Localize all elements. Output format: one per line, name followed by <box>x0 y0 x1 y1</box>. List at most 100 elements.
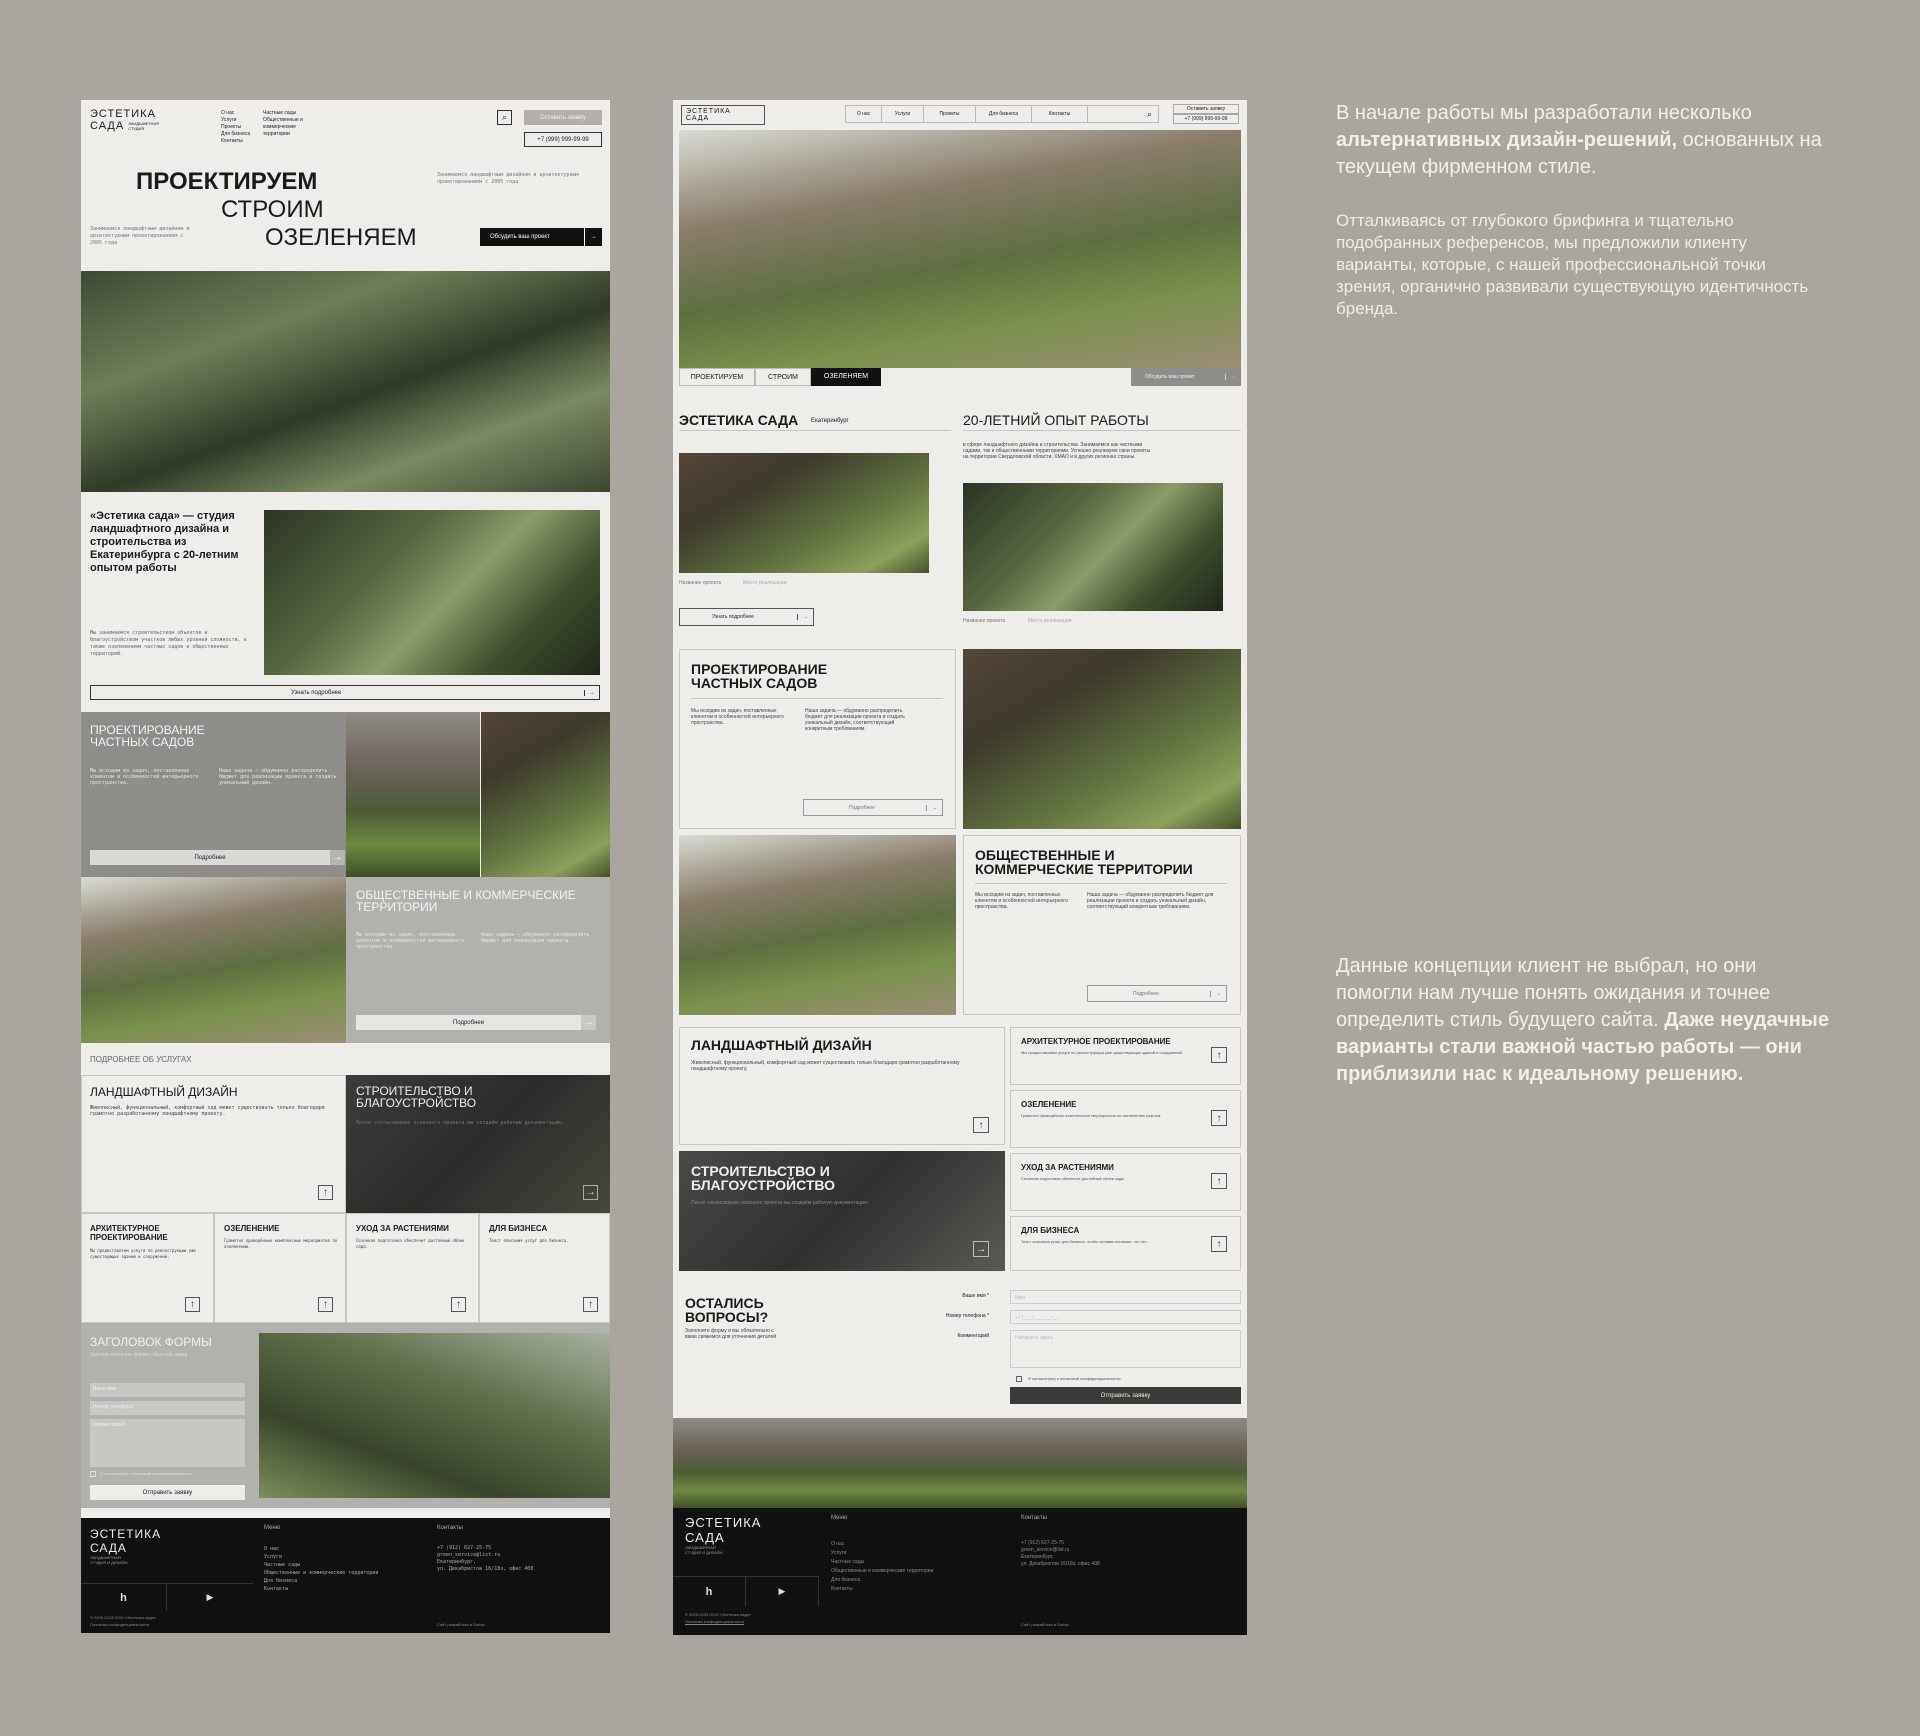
mid-service-3[interactable] <box>1010 1153 1241 1211</box>
mid-comment-input[interactable]: Напишите здесь <box>1010 1330 1241 1368</box>
nav-item[interactable]: Проекты <box>221 124 250 131</box>
form-submit-button[interactable]: Отправить заявку <box>90 1485 245 1500</box>
nav-item[interactable]: Контакты <box>1032 105 1088 123</box>
youtube-icon[interactable]: ▶ <box>167 1583 253 1611</box>
footer-menu-item[interactable]: Частные сады <box>831 1558 951 1567</box>
nav-item[interactable]: Проекты <box>924 105 976 123</box>
left-logo[interactable]: ЭСТЕТИКА САДА ЛАНДШАФТНАЯ СТУДИЯ <box>90 108 168 132</box>
search-icon[interactable]: ⌕ <box>1088 109 1158 120</box>
footer-policy[interactable]: Политика конфиденциальности <box>90 1622 149 1627</box>
arrow-right-icon[interactable]: → <box>330 850 345 865</box>
footer-menu-item[interactable]: О нас <box>264 1545 394 1553</box>
tab-design[interactable]: ПРОЕКТИРУЕМ <box>679 368 755 386</box>
footer-menu-item[interactable]: Для бизнеса <box>264 1577 394 1585</box>
footer-menu-item[interactable]: Частные сады <box>264 1561 394 1569</box>
order-button[interactable]: Оставить заявку <box>524 110 602 125</box>
arrow-up-icon[interactable]: ↑ <box>973 1117 989 1133</box>
mid-service-2[interactable] <box>1010 1090 1241 1148</box>
arrow-right-icon[interactable]: → <box>973 1241 989 1257</box>
arrow-up-icon[interactable]: ↑ <box>583 1297 598 1312</box>
tab-green[interactable]: ОЗЕЛЕНЯЕМ <box>811 368 881 386</box>
public-more-button[interactable]: Подробнее <box>356 1015 581 1030</box>
footer-contact: Екатеринбург, <box>1021 1554 1054 1560</box>
nav-item[interactable]: Для бизнеса <box>976 105 1032 123</box>
houzz-icon[interactable]: h <box>81 1583 167 1611</box>
form-comment-input[interactable]: Комментарий <box>90 1419 245 1467</box>
arrow-up-icon[interactable]: ↑ <box>1211 1047 1227 1063</box>
form-name-input[interactable]: Ваше имя <box>90 1383 245 1397</box>
mid-service-title: ОЗЕЛЕНЕНИЕ <box>1021 1100 1077 1109</box>
mid-hero-photo <box>679 130 1241 368</box>
arrow-up-icon[interactable]: ↑ <box>1211 1173 1227 1189</box>
nav-item[interactable]: Услуги <box>221 117 250 124</box>
mid-project-photo-2 <box>963 483 1223 611</box>
mid-logo-1: ЭСТЕТИКА <box>686 108 731 115</box>
arrow-right-icon[interactable]: → <box>583 1185 598 1200</box>
arrow-up-icon[interactable]: ↑ <box>451 1297 466 1312</box>
tab-build[interactable]: СТРОИМ <box>755 368 811 386</box>
mid-phone-input[interactable]: +7 (___) ___-__-__ <box>1010 1310 1241 1324</box>
nav-item[interactable]: Услуги <box>882 105 924 123</box>
mid-order-button[interactable]: Оставить заявку <box>1173 104 1239 114</box>
about-more-button[interactable]: Узнать подробнее → <box>90 685 600 700</box>
consent-checkbox[interactable] <box>90 1471 96 1477</box>
footer-menu-item[interactable]: О нас <box>831 1540 951 1549</box>
nav-item[interactable]: Частные сады <box>263 110 313 117</box>
nav-item[interactable]: Для бизнеса <box>221 131 250 138</box>
footer-contact[interactable]: +7 (912) 627-25-75 <box>1021 1540 1171 1547</box>
mid-service-1[interactable] <box>1010 1027 1241 1085</box>
arrow-up-icon[interactable]: ↑ <box>1211 1236 1227 1252</box>
footer-credit[interactable]: Сайт разработан в Sauda <box>437 1622 485 1627</box>
mid-public-button[interactable]: Подробнее → <box>1087 985 1227 1002</box>
arrow-up-icon[interactable]: ↑ <box>185 1297 200 1312</box>
nav-item[interactable]: Общественные и коммерческие территории <box>263 117 313 138</box>
arrow-right-icon[interactable]: → <box>581 1015 596 1030</box>
nav-item[interactable]: О нас <box>846 105 882 123</box>
footer-contact[interactable]: +7 (912) 627-25-75 <box>437 1545 597 1552</box>
nav-item[interactable]: Контакты <box>221 138 250 145</box>
footer-menu-item[interactable]: Услуги <box>831 1549 951 1558</box>
mid-phone[interactable]: +7 (999) 999-99-99 <box>1173 114 1239 124</box>
mid-private-button[interactable]: Подробнее → <box>803 799 943 816</box>
divider <box>691 698 943 699</box>
houzz-icon[interactable]: h <box>673 1576 746 1606</box>
private-more-button[interactable]: Подробнее <box>90 850 330 865</box>
mid-footer-credit[interactable]: Сайт разработан в Sauda <box>1021 1622 1069 1627</box>
footer-menu-item[interactable]: Общественные и коммерческие территории <box>264 1569 394 1577</box>
form-phone-input[interactable]: Номер телефона <box>90 1401 245 1415</box>
mid-footer-logo[interactable]: ЭСТЕТИКА САДА ЛАНДШАФТНАЯ СТУДИЯ И ДИЗАЙ… <box>685 1515 761 1555</box>
footer-menu-item[interactable]: Для бизнеса <box>831 1576 951 1585</box>
mid-brand: ЭСТЕТИКА САДА <box>679 412 799 428</box>
hero-title-1: ПРОЕКТИРУЕМ <box>136 168 318 195</box>
discuss-project-button[interactable]: Обсудить ваш проект → <box>480 228 602 246</box>
mid-submit-button[interactable]: Отправить заявку <box>1010 1387 1241 1404</box>
footer-logo[interactable]: ЭСТЕТИКА САДА ЛАНДШАФТНАЯ СТУДИЯ И ДИЗАЙ… <box>90 1527 161 1565</box>
private-text1: Мы исходим из задач, поставленных клиент… <box>90 768 199 786</box>
youtube-icon[interactable]: ▶ <box>746 1576 819 1606</box>
mid-discuss-button[interactable]: Обсудить ваш проект → <box>1131 368 1241 386</box>
landscape-title: ЛАНДШАФТНЫЙ ДИЗАЙН <box>90 1085 238 1099</box>
footer-menu-item[interactable]: Контакты <box>831 1585 951 1594</box>
footer-contact[interactable]: green_service@list.ru <box>437 1552 597 1559</box>
arrow-right-icon: → <box>584 228 602 246</box>
footer-menu-item[interactable]: Контакты <box>264 1585 394 1593</box>
search-icon[interactable]: ⌕ <box>497 110 512 125</box>
arrow-up-icon[interactable]: ↑ <box>318 1185 333 1200</box>
arrow-up-icon[interactable]: ↑ <box>1211 1110 1227 1126</box>
public-text1: Мы исходим из задач, поставленных клиент… <box>356 932 465 950</box>
consent-label: Я согласен(на) с политикой конфиденциаль… <box>100 1471 193 1476</box>
footer-contact[interactable]: green_service@list.ru <box>1021 1547 1171 1554</box>
mid-more-button[interactable]: Узнать подробнее → <box>679 608 814 626</box>
mid-footer-policy[interactable]: Политика конфиденциальности <box>685 1619 744 1624</box>
mid-logo[interactable]: ЭСТЕТИКА САДА <box>681 105 765 125</box>
mid-consent-checkbox[interactable] <box>1016 1376 1022 1382</box>
phone-button[interactable]: +7 (999) 999-99-99 <box>524 132 602 147</box>
footer-menu-item[interactable]: Услуги <box>264 1553 394 1561</box>
footer-menu-item[interactable]: Общественные и коммерческие территории <box>831 1567 951 1576</box>
mid-footer-menu: О нас Услуги Частные сады Общественные и… <box>831 1540 951 1594</box>
nav-item[interactable]: О нас <box>221 110 250 117</box>
mid-more-label: Узнать подробнее <box>712 614 754 620</box>
arrow-up-icon[interactable]: ↑ <box>318 1297 333 1312</box>
mid-name-input[interactable]: Имя <box>1010 1290 1241 1304</box>
mid-project-photo-1 <box>679 453 929 573</box>
